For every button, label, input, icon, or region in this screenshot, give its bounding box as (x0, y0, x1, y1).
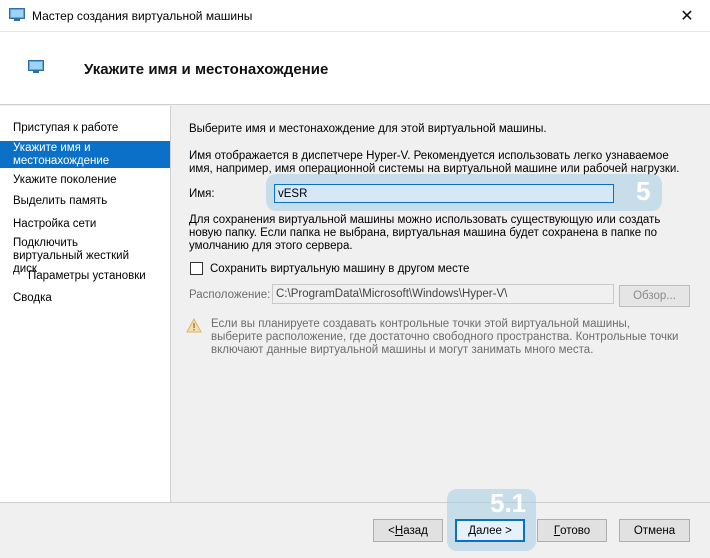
page-title: Укажите имя и местонахождение (84, 61, 329, 78)
back-button[interactable]: < Назад (373, 519, 443, 542)
store-elsewhere-checkbox[interactable] (190, 262, 203, 275)
name-label: Имя: (189, 188, 215, 200)
nav-item-network[interactable]: Настройка сети (0, 218, 170, 231)
step-badge-5-1: 5.1 (490, 488, 527, 518)
description-text: Имя отображается в диспетчере Hyper-V. Р… (189, 150, 680, 175)
nav-item-install-options[interactable]: Параметры установки (0, 270, 170, 283)
hyper-v-vm-icon (9, 8, 25, 21)
wizard-step-list: Приступая к работе Укажите имя и местона… (0, 106, 171, 502)
name-input[interactable]: vESR (274, 184, 614, 203)
finish-button[interactable]: Готово (537, 519, 607, 542)
window-title: Мастер создания виртуальной машины (32, 9, 253, 23)
nav-item-name-location[interactable]: Укажите имя и местонахождение (0, 141, 170, 168)
intro-text: Выберите имя и местонахождение для этой … (189, 123, 547, 135)
close-icon: ✕ (680, 8, 694, 25)
nav-item-generation[interactable]: Укажите поколение (0, 174, 170, 187)
step-badge-5: 5 (636, 176, 651, 206)
location-field[interactable]: C:\ProgramData\Microsoft\Windows\Hyper-V… (272, 284, 614, 304)
nav-item-memory[interactable]: Выделить память (0, 195, 170, 208)
nav-item-summary[interactable]: Сводка (0, 292, 170, 305)
warning-icon (186, 318, 202, 333)
store-elsewhere-label[interactable]: Сохранить виртуальную машину в другом ме… (210, 263, 469, 276)
storage-text: Для сохранения виртуальной машины можно … (189, 214, 661, 252)
cancel-button[interactable]: Отмена (619, 519, 690, 542)
next-button[interactable]: Далее > (455, 519, 525, 542)
location-label: Расположение: (189, 289, 271, 301)
wizard-header: Укажите имя и местонахождение (0, 32, 710, 105)
browse-button[interactable]: Обзор... (619, 285, 690, 307)
hyper-v-vm-icon (28, 60, 44, 73)
title-bar: Мастер создания виртуальной машины ✕ (0, 0, 710, 32)
close-button[interactable]: ✕ (664, 0, 710, 32)
nav-item-getting-started[interactable]: Приступая к работе (0, 122, 170, 135)
warning-text: Если вы планируете создавать контрольные… (211, 318, 679, 356)
